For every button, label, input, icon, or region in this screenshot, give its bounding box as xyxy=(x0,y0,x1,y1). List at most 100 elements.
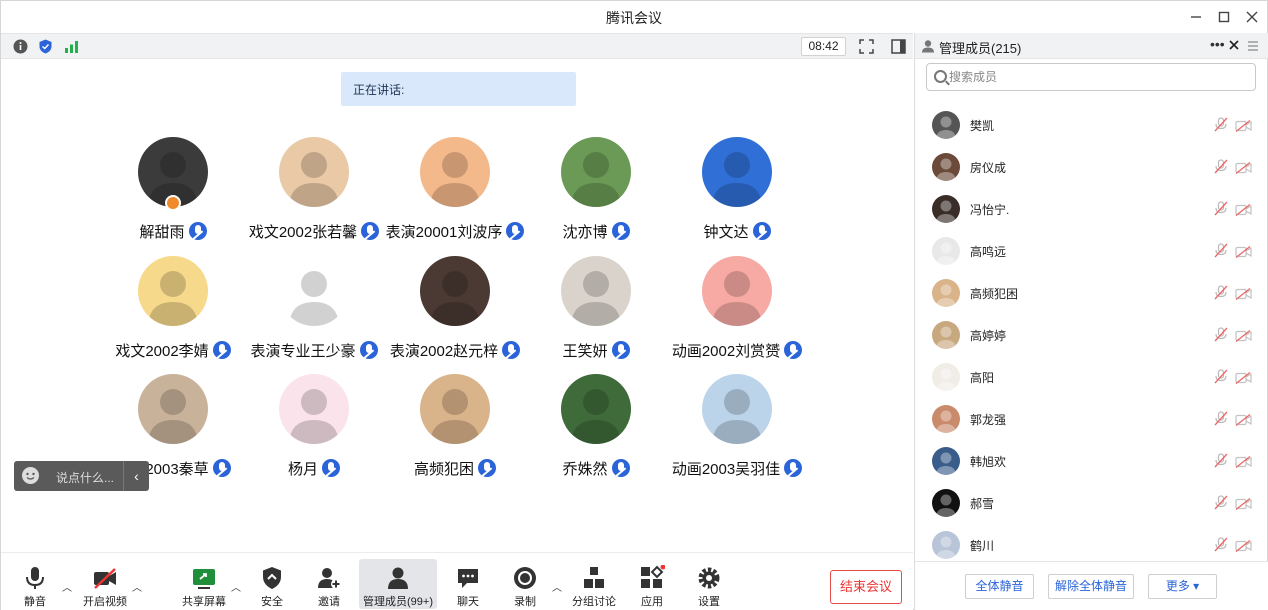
member-row[interactable]: 高频犯困 xyxy=(915,272,1268,314)
mic-muted-icon[interactable] xyxy=(1214,411,1228,426)
member-row[interactable]: 鹤川 xyxy=(915,524,1268,566)
close-icon[interactable] xyxy=(1242,7,1262,27)
member-row[interactable]: 郝雪 xyxy=(915,482,1268,524)
settings-button[interactable]: 设置 xyxy=(692,559,726,609)
meeting-status-bar: 08:42 xyxy=(1,33,913,59)
mic-muted-icon[interactable] xyxy=(1214,243,1228,258)
video-off-icon[interactable] xyxy=(1235,455,1252,469)
security-button[interactable]: 安全 xyxy=(255,559,289,609)
mic-muted-icon[interactable] xyxy=(1214,117,1228,132)
info-icon[interactable] xyxy=(12,38,29,55)
mic-muted-icon[interactable] xyxy=(1214,201,1228,216)
more-button[interactable]: 更多 ▾ xyxy=(1148,574,1217,599)
apps-label: 应用 xyxy=(641,596,663,608)
members-icon xyxy=(388,567,408,589)
participant-name: 王笑妍 xyxy=(562,343,608,360)
apps-icon xyxy=(641,565,665,588)
mute-button[interactable]: 静音 xyxy=(15,559,55,609)
participant-name: 动画2002刘赏赟 xyxy=(671,343,781,360)
participant-name: 乔姝然 xyxy=(562,461,608,478)
chevron-left-icon[interactable]: ‹ xyxy=(123,461,149,491)
mic-muted-icon[interactable] xyxy=(1214,537,1228,552)
member-row[interactable]: 冯怡宁. xyxy=(915,188,1268,230)
video-off-icon[interactable] xyxy=(1235,539,1252,553)
member-row[interactable]: 韩旭欢 xyxy=(915,440,1268,482)
unmute-all-button[interactable]: 解除全体静音 xyxy=(1048,574,1134,599)
record-button[interactable]: 录制 xyxy=(508,559,542,609)
video-off-icon[interactable] xyxy=(1235,287,1252,301)
mic-muted-icon[interactable] xyxy=(1214,453,1228,468)
start-video-button[interactable]: 开启视频 xyxy=(81,559,129,609)
host-badge-icon xyxy=(165,195,181,211)
breakout-button[interactable]: 分组讨论 xyxy=(571,559,617,609)
member-search[interactable] xyxy=(926,63,1256,91)
mute-all-button[interactable]: 全体静音 xyxy=(965,574,1034,599)
member-row[interactable]: 郭龙强 xyxy=(915,398,1268,440)
mute-options-caret[interactable]: ︿ xyxy=(62,579,72,594)
mic-muted-icon[interactable] xyxy=(1214,159,1228,174)
minimize-icon[interactable] xyxy=(1186,7,1206,27)
members-panel: 管理成员(215) ••• 樊凯房仪成冯怡宁. 高鸣远高频犯困高婷婷高阳郭龙强韩旭… xyxy=(914,33,1268,610)
participant-tile[interactable]: 动画2002刘赏赟 xyxy=(627,256,847,366)
member-row[interactable]: 樊凯 xyxy=(915,104,1268,146)
mic-muted-icon[interactable] xyxy=(1214,285,1228,300)
manage-members-button[interactable]: 管理成员(99+) xyxy=(359,559,437,609)
video-off-icon[interactable] xyxy=(1235,413,1252,427)
mic-muted-icon[interactable] xyxy=(1214,369,1228,384)
fullscreen-icon[interactable] xyxy=(858,38,875,55)
participant-name: 戏文2002李婧 xyxy=(115,343,209,360)
member-avatar xyxy=(932,531,960,559)
participant-name: 钟文达 xyxy=(703,224,749,241)
meeting-timer: 08:42 xyxy=(801,37,846,56)
member-row[interactable]: 高婷婷 xyxy=(915,314,1268,356)
video-off-icon[interactable] xyxy=(1235,203,1252,217)
signal-icon[interactable] xyxy=(63,38,80,55)
record-options-caret[interactable]: ︿ xyxy=(552,579,562,594)
video-off-icon[interactable] xyxy=(1235,497,1252,511)
participant-avatar xyxy=(420,374,490,444)
participant-avatar xyxy=(138,374,208,444)
side-panel-toggle-icon[interactable] xyxy=(890,38,907,55)
participant-tile[interactable]: 动画2003吴羽佳 xyxy=(627,374,847,484)
chat-input-placeholder[interactable]: 说点什么... xyxy=(56,469,114,486)
window-title: 腾讯会议 xyxy=(606,10,662,26)
member-avatar xyxy=(932,447,960,475)
more-options-icon[interactable]: ••• xyxy=(1210,36,1225,52)
end-meeting-button[interactable]: 结束会议 xyxy=(830,570,902,604)
chat-button[interactable]: 聊天 xyxy=(451,559,485,609)
mic-muted-icon[interactable] xyxy=(1214,495,1228,510)
member-avatar xyxy=(932,153,960,181)
video-off-icon[interactable] xyxy=(1235,161,1252,175)
member-row[interactable]: 高鸣远 xyxy=(915,230,1268,272)
participant-name: 解甜雨 xyxy=(139,224,185,241)
shield-icon[interactable] xyxy=(37,38,54,55)
mic-muted-icon[interactable] xyxy=(1214,327,1228,342)
settings-icon xyxy=(698,567,720,589)
member-name: 鹤川 xyxy=(970,539,995,553)
video-off-icon[interactable] xyxy=(1235,119,1252,133)
share-screen-button[interactable]: 共享屏幕 xyxy=(181,559,227,609)
invite-button[interactable]: 邀请 xyxy=(312,559,346,609)
video-off-icon[interactable] xyxy=(1235,329,1252,343)
participant-name: 表演专业王少豪 xyxy=(250,343,356,360)
participant-avatar xyxy=(420,256,490,326)
share-options-caret[interactable]: ︿ xyxy=(231,579,241,594)
manage-members-label: 管理成员(99+) xyxy=(363,596,433,608)
member-search-input[interactable] xyxy=(949,67,1249,87)
participant-name: 戏文2002张若馨 xyxy=(248,224,358,241)
member-row[interactable]: 高阳 xyxy=(915,356,1268,398)
start-video-label: 开启视频 xyxy=(83,596,127,608)
participant-tile[interactable]: 钟文达 xyxy=(627,137,847,247)
video-options-caret[interactable]: ︿ xyxy=(132,579,142,594)
video-off-icon[interactable] xyxy=(1235,245,1252,259)
apps-button[interactable]: 应用 xyxy=(635,559,669,609)
share-screen-label: 共享屏幕 xyxy=(182,596,226,608)
maximize-icon[interactable] xyxy=(1214,7,1234,27)
close-panel-icon[interactable] xyxy=(1227,38,1241,57)
video-off-icon[interactable] xyxy=(1235,371,1252,385)
menu-icon[interactable] xyxy=(1247,39,1259,57)
quick-chat-box[interactable]: 说点什么... ‹ xyxy=(14,461,149,491)
breakout-icon xyxy=(584,567,604,588)
emoji-icon[interactable] xyxy=(22,467,39,484)
member-row[interactable]: 房仪成 xyxy=(915,146,1268,188)
